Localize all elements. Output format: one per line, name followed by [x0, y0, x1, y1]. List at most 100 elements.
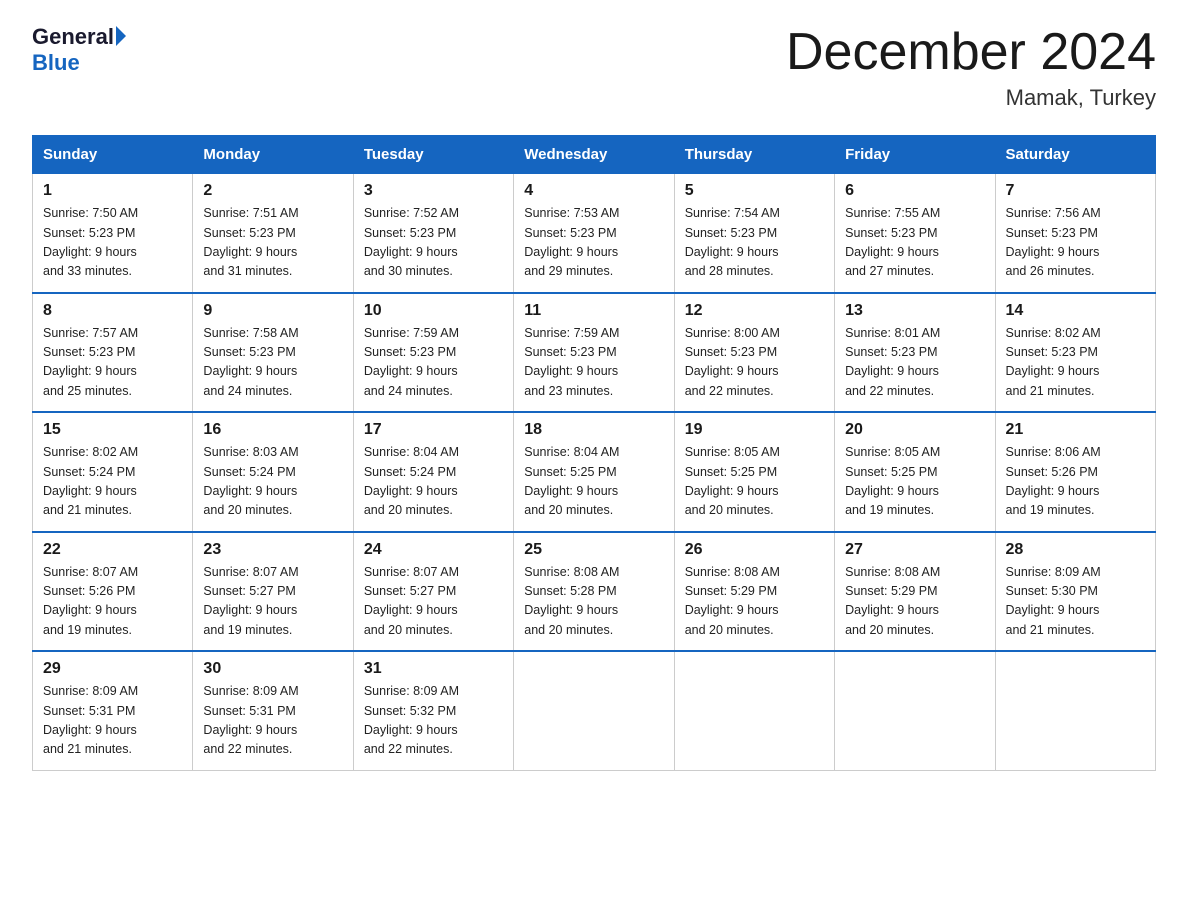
day-number: 23 — [203, 541, 342, 559]
calendar-day-cell: 11 Sunrise: 7:59 AM Sunset: 5:23 PM Dayl… — [514, 293, 674, 413]
calendar-day-cell — [835, 651, 995, 770]
day-number: 21 — [1006, 421, 1145, 439]
day-number: 19 — [685, 421, 824, 439]
calendar-day-cell: 13 Sunrise: 8:01 AM Sunset: 5:23 PM Dayl… — [835, 293, 995, 413]
calendar-day-cell: 20 Sunrise: 8:05 AM Sunset: 5:25 PM Dayl… — [835, 412, 995, 532]
calendar-day-cell: 29 Sunrise: 8:09 AM Sunset: 5:31 PM Dayl… — [33, 651, 193, 770]
day-info: Sunrise: 7:52 AM Sunset: 5:23 PM Dayligh… — [364, 204, 503, 282]
calendar-day-cell: 7 Sunrise: 7:56 AM Sunset: 5:23 PM Dayli… — [995, 174, 1155, 293]
calendar-day-cell: 25 Sunrise: 8:08 AM Sunset: 5:28 PM Dayl… — [514, 532, 674, 652]
calendar-week-row: 22 Sunrise: 8:07 AM Sunset: 5:26 PM Dayl… — [33, 532, 1156, 652]
day-info: Sunrise: 8:08 AM Sunset: 5:29 PM Dayligh… — [685, 563, 824, 641]
day-number: 9 — [203, 302, 342, 320]
calendar-day-cell: 18 Sunrise: 8:04 AM Sunset: 5:25 PM Dayl… — [514, 412, 674, 532]
day-number: 5 — [685, 182, 824, 200]
day-info: Sunrise: 8:01 AM Sunset: 5:23 PM Dayligh… — [845, 324, 984, 402]
day-of-week-header: Sunday — [33, 136, 193, 174]
calendar-week-row: 1 Sunrise: 7:50 AM Sunset: 5:23 PM Dayli… — [33, 174, 1156, 293]
calendar-day-cell: 24 Sunrise: 8:07 AM Sunset: 5:27 PM Dayl… — [353, 532, 513, 652]
day-info: Sunrise: 8:07 AM Sunset: 5:27 PM Dayligh… — [364, 563, 503, 641]
logo-blue: Blue — [32, 50, 126, 76]
day-info: Sunrise: 8:04 AM Sunset: 5:25 PM Dayligh… — [524, 443, 663, 521]
day-number: 2 — [203, 182, 342, 200]
calendar-day-cell: 8 Sunrise: 7:57 AM Sunset: 5:23 PM Dayli… — [33, 293, 193, 413]
day-info: Sunrise: 8:09 AM Sunset: 5:31 PM Dayligh… — [43, 682, 182, 760]
day-info: Sunrise: 8:07 AM Sunset: 5:26 PM Dayligh… — [43, 563, 182, 641]
calendar-day-cell: 1 Sunrise: 7:50 AM Sunset: 5:23 PM Dayli… — [33, 174, 193, 293]
day-number: 26 — [685, 541, 824, 559]
logo-arrow-icon — [116, 26, 126, 46]
day-info: Sunrise: 7:51 AM Sunset: 5:23 PM Dayligh… — [203, 204, 342, 282]
logo-general: General — [32, 24, 114, 50]
day-number: 3 — [364, 182, 503, 200]
day-of-week-header: Friday — [835, 136, 995, 174]
day-number: 27 — [845, 541, 984, 559]
calendar-day-cell: 15 Sunrise: 8:02 AM Sunset: 5:24 PM Dayl… — [33, 412, 193, 532]
calendar-day-cell: 6 Sunrise: 7:55 AM Sunset: 5:23 PM Dayli… — [835, 174, 995, 293]
day-info: Sunrise: 7:57 AM Sunset: 5:23 PM Dayligh… — [43, 324, 182, 402]
calendar-day-cell: 2 Sunrise: 7:51 AM Sunset: 5:23 PM Dayli… — [193, 174, 353, 293]
calendar-day-cell: 21 Sunrise: 8:06 AM Sunset: 5:26 PM Dayl… — [995, 412, 1155, 532]
day-number: 1 — [43, 182, 182, 200]
calendar-day-cell: 16 Sunrise: 8:03 AM Sunset: 5:24 PM Dayl… — [193, 412, 353, 532]
title-area: December 2024 Mamak, Turkey — [786, 24, 1156, 111]
day-info: Sunrise: 7:58 AM Sunset: 5:23 PM Dayligh… — [203, 324, 342, 402]
day-info: Sunrise: 8:08 AM Sunset: 5:29 PM Dayligh… — [845, 563, 984, 641]
calendar-title: December 2024 — [786, 24, 1156, 81]
day-number: 25 — [524, 541, 663, 559]
day-info: Sunrise: 8:02 AM Sunset: 5:24 PM Dayligh… — [43, 443, 182, 521]
calendar-day-cell: 22 Sunrise: 8:07 AM Sunset: 5:26 PM Dayl… — [33, 532, 193, 652]
calendar-day-cell — [674, 651, 834, 770]
day-number: 10 — [364, 302, 503, 320]
days-header-row: SundayMondayTuesdayWednesdayThursdayFrid… — [33, 136, 1156, 174]
calendar-day-cell — [514, 651, 674, 770]
calendar-day-cell: 27 Sunrise: 8:08 AM Sunset: 5:29 PM Dayl… — [835, 532, 995, 652]
day-number: 14 — [1006, 302, 1145, 320]
day-number: 15 — [43, 421, 182, 439]
day-number: 24 — [364, 541, 503, 559]
day-info: Sunrise: 7:53 AM Sunset: 5:23 PM Dayligh… — [524, 204, 663, 282]
calendar-day-cell: 4 Sunrise: 7:53 AM Sunset: 5:23 PM Dayli… — [514, 174, 674, 293]
calendar-week-row: 15 Sunrise: 8:02 AM Sunset: 5:24 PM Dayl… — [33, 412, 1156, 532]
header: General Blue December 2024 Mamak, Turkey — [32, 24, 1156, 111]
day-of-week-header: Wednesday — [514, 136, 674, 174]
day-number: 31 — [364, 660, 503, 678]
day-number: 7 — [1006, 182, 1145, 200]
day-number: 30 — [203, 660, 342, 678]
day-info: Sunrise: 8:00 AM Sunset: 5:23 PM Dayligh… — [685, 324, 824, 402]
calendar-day-cell — [995, 651, 1155, 770]
day-info: Sunrise: 8:09 AM Sunset: 5:30 PM Dayligh… — [1006, 563, 1145, 641]
calendar-day-cell: 3 Sunrise: 7:52 AM Sunset: 5:23 PM Dayli… — [353, 174, 513, 293]
day-info: Sunrise: 8:04 AM Sunset: 5:24 PM Dayligh… — [364, 443, 503, 521]
calendar-day-cell: 14 Sunrise: 8:02 AM Sunset: 5:23 PM Dayl… — [995, 293, 1155, 413]
calendar-week-row: 8 Sunrise: 7:57 AM Sunset: 5:23 PM Dayli… — [33, 293, 1156, 413]
day-number: 22 — [43, 541, 182, 559]
calendar-day-cell: 19 Sunrise: 8:05 AM Sunset: 5:25 PM Dayl… — [674, 412, 834, 532]
day-info: Sunrise: 8:07 AM Sunset: 5:27 PM Dayligh… — [203, 563, 342, 641]
day-number: 6 — [845, 182, 984, 200]
day-number: 20 — [845, 421, 984, 439]
day-number: 11 — [524, 302, 663, 320]
calendar-day-cell: 23 Sunrise: 8:07 AM Sunset: 5:27 PM Dayl… — [193, 532, 353, 652]
calendar-day-cell: 12 Sunrise: 8:00 AM Sunset: 5:23 PM Dayl… — [674, 293, 834, 413]
calendar-day-cell: 17 Sunrise: 8:04 AM Sunset: 5:24 PM Dayl… — [353, 412, 513, 532]
day-info: Sunrise: 7:59 AM Sunset: 5:23 PM Dayligh… — [524, 324, 663, 402]
day-info: Sunrise: 7:55 AM Sunset: 5:23 PM Dayligh… — [845, 204, 984, 282]
day-number: 8 — [43, 302, 182, 320]
day-number: 13 — [845, 302, 984, 320]
day-number: 28 — [1006, 541, 1145, 559]
day-number: 4 — [524, 182, 663, 200]
day-info: Sunrise: 8:06 AM Sunset: 5:26 PM Dayligh… — [1006, 443, 1145, 521]
day-info: Sunrise: 8:05 AM Sunset: 5:25 PM Dayligh… — [685, 443, 824, 521]
day-info: Sunrise: 8:09 AM Sunset: 5:31 PM Dayligh… — [203, 682, 342, 760]
calendar-day-cell: 5 Sunrise: 7:54 AM Sunset: 5:23 PM Dayli… — [674, 174, 834, 293]
day-number: 12 — [685, 302, 824, 320]
day-info: Sunrise: 7:50 AM Sunset: 5:23 PM Dayligh… — [43, 204, 182, 282]
day-number: 17 — [364, 421, 503, 439]
day-number: 29 — [43, 660, 182, 678]
day-info: Sunrise: 8:03 AM Sunset: 5:24 PM Dayligh… — [203, 443, 342, 521]
day-info: Sunrise: 8:05 AM Sunset: 5:25 PM Dayligh… — [845, 443, 984, 521]
day-of-week-header: Tuesday — [353, 136, 513, 174]
calendar-day-cell: 28 Sunrise: 8:09 AM Sunset: 5:30 PM Dayl… — [995, 532, 1155, 652]
day-info: Sunrise: 7:59 AM Sunset: 5:23 PM Dayligh… — [364, 324, 503, 402]
